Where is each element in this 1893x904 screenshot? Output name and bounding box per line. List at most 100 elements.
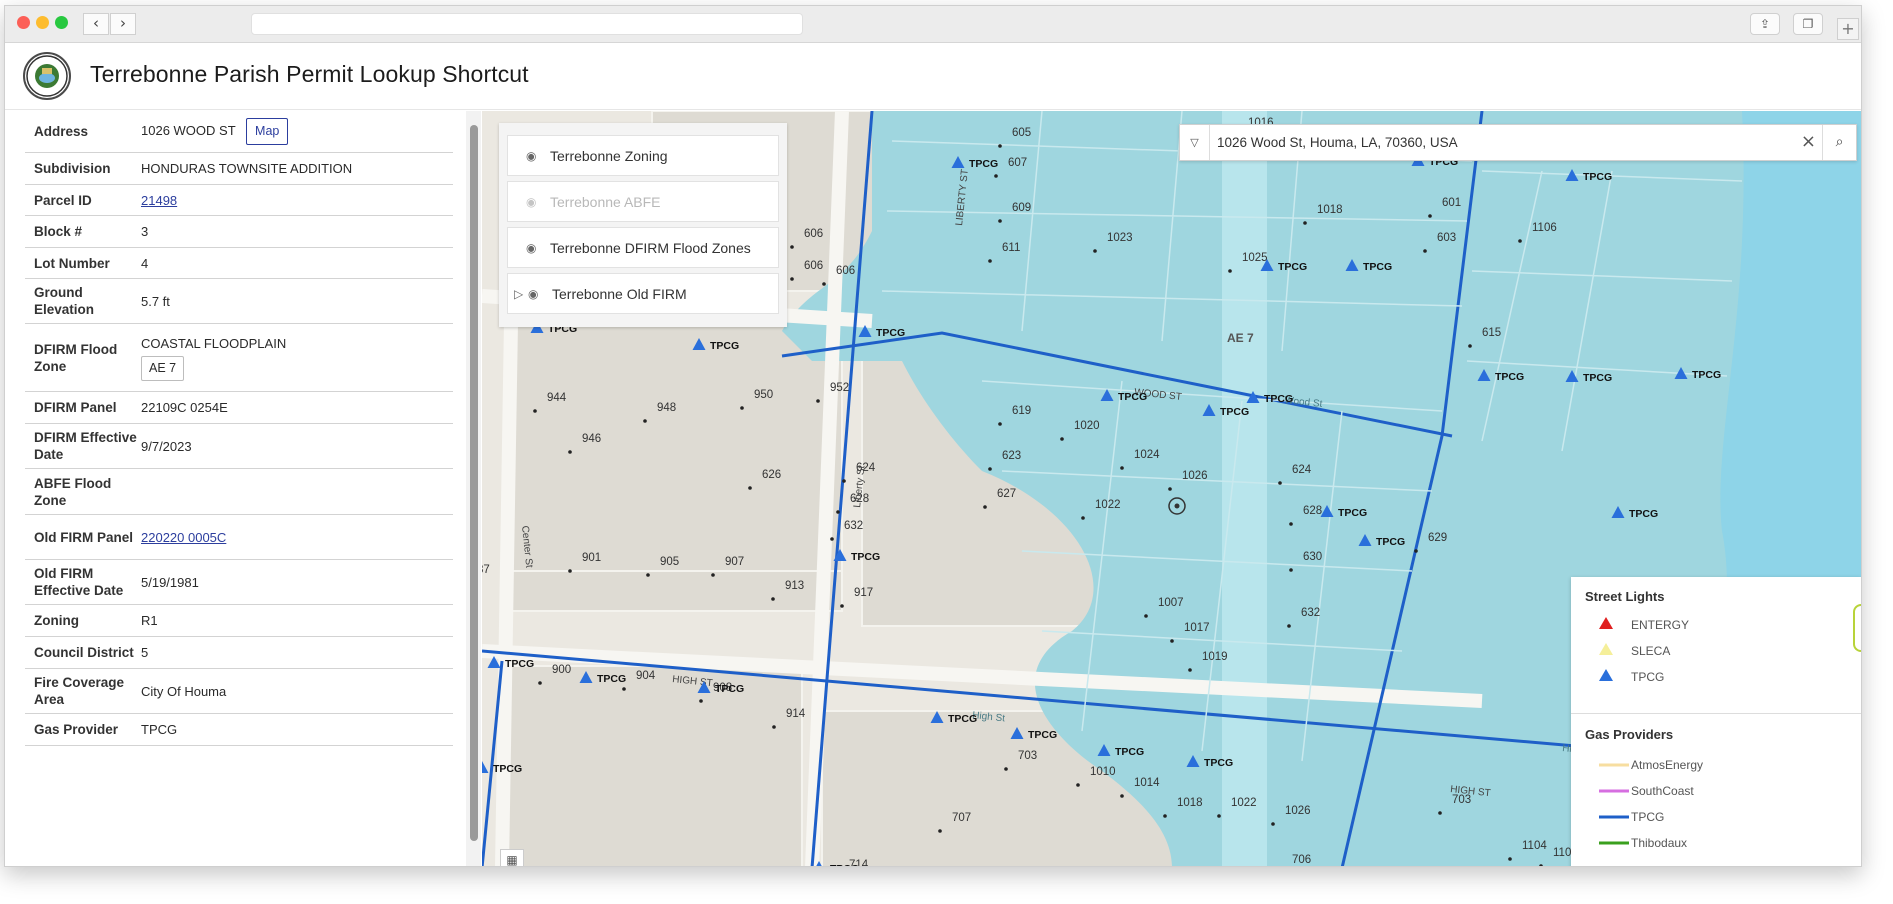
flood-zone-badge: AE 7 (141, 356, 185, 381)
layer-zoning[interactable]: ◉ Terrebonne Zoning (507, 135, 779, 176)
eye-icon[interactable]: ◉ (526, 241, 544, 255)
parcel-number: 624 (1292, 464, 1312, 476)
parcel-point (1289, 568, 1293, 572)
parcel-number: 1026 (1182, 470, 1208, 482)
url-bar[interactable] (251, 13, 803, 35)
parcel-number: 606 (804, 228, 823, 240)
details.rows-row: Block # 3 (25, 216, 453, 248)
layer-old-firm[interactable]: ▷ ◉ Terrebonne Old FIRM (507, 273, 779, 314)
eye-icon[interactable]: ◉ (526, 195, 544, 209)
legend-item-street-light: SLECA (1599, 643, 1670, 658)
field-link[interactable]: 220220 0005C (141, 530, 226, 545)
street-light-label: TPCG (1264, 393, 1293, 405)
expand-caret-icon[interactable]: ▷ (514, 287, 526, 301)
field-label: DFIRM Panel (34, 400, 117, 415)
street-light-label: TPCG (851, 551, 880, 563)
share-icon[interactable]: ⇪ (1750, 13, 1780, 35)
field-label: DFIRM Effective Date (34, 430, 137, 462)
layer-abfe[interactable]: ◉ Terrebonne ABFE (507, 181, 779, 222)
parcel-point (1508, 857, 1512, 861)
parcel-number: 605 (1012, 127, 1031, 139)
parcel-point (1170, 639, 1174, 643)
parcel-number: 707 (952, 812, 971, 824)
details-panel: Address 1026 WOOD ST Map Subdivision HOND… (25, 111, 453, 866)
legend-gas-title: Gas Providers (1585, 727, 1674, 742)
legend-item-gas-provider: Thibodaux (1599, 836, 1687, 850)
street-light-label: TPCG (1692, 369, 1721, 381)
street-light-label: TPCG (1115, 746, 1144, 758)
new-tab-icon[interactable]: + (1837, 18, 1859, 40)
search-icon[interactable]: ⌕ (1822, 125, 1856, 160)
parcel-point (1414, 549, 1418, 553)
field-link[interactable]: 21498 (141, 193, 177, 208)
parcel-number: 1018 (1317, 204, 1343, 216)
parcel-number: 1106 (1532, 222, 1557, 234)
details.rows-row: Parcel ID 21498 (25, 185, 453, 216)
parcel-number: 1020 (1074, 420, 1100, 432)
parcel-number: 1014 (1134, 777, 1160, 789)
parcel-point (699, 699, 703, 703)
map-side-widget[interactable] (1853, 604, 1861, 652)
parcel-number: 946 (582, 433, 601, 445)
clear-search-icon[interactable]: × (1801, 131, 1816, 152)
parcel-number: 87 (482, 564, 490, 576)
search-input[interactable]: 1026 Wood St, Houma, LA, 70360, USA (1217, 135, 1458, 150)
close-window-icon[interactable] (17, 16, 30, 29)
parcel-number: 606 (836, 265, 855, 277)
parcel-number: 607 (1008, 157, 1027, 169)
parcel-number: 601 (1442, 197, 1461, 209)
parcel-point (842, 479, 846, 483)
field-value: 5/19/1981 (141, 574, 199, 590)
parcel-number: 606 (804, 260, 823, 272)
forward-icon[interactable]: › (110, 13, 136, 35)
legend-label: TPCG (1631, 810, 1665, 824)
tabs-icon[interactable]: ❐ (1793, 13, 1823, 35)
details.rows2-row: Fire Coverage Area City Of Houma (25, 669, 453, 714)
field-label: Ground Elevation (34, 285, 95, 317)
parcel-point (836, 510, 840, 514)
parcel-point (790, 277, 794, 281)
minimize-window-icon[interactable] (36, 16, 49, 29)
details.rows-row: Lot Number 4 (25, 248, 453, 279)
parcel-number: 615 (1482, 327, 1501, 339)
details.rows2-row: DFIRM Effective Date 9/7/2023 (25, 424, 453, 469)
street-light-label: TPCG (1629, 508, 1658, 520)
parcel-point (1093, 249, 1097, 253)
parcel-number: 948 (657, 402, 676, 414)
eye-icon[interactable]: ◉ (526, 149, 544, 163)
field-label: Zoning (34, 613, 79, 628)
parcel-point (1278, 481, 1282, 485)
legend-label: ENTERGY (1631, 617, 1690, 632)
parcel-number: 1017 (1184, 622, 1210, 634)
street-light-label: TPCG (876, 327, 905, 339)
field-label: Council District (34, 645, 134, 660)
basemap-grid-icon[interactable]: ▦ (500, 849, 524, 866)
parcel-number: 628 (1303, 505, 1322, 517)
street-light-label: TPCG (1363, 261, 1392, 273)
parcel-point (790, 245, 794, 249)
app-header: Terrebonne Parish Permit Lookup Shortcut (5, 44, 1861, 110)
parcel-point (998, 144, 1002, 148)
field-value: 22109C 0254E (141, 400, 228, 415)
details.rows2-row: ABFE Flood Zone (25, 469, 453, 515)
eye-icon[interactable]: ◉ (528, 287, 546, 301)
parcel-point (1271, 822, 1275, 826)
parcel-number: 1104 (1522, 840, 1547, 852)
search-source-dropdown-icon[interactable]: ▽ (1180, 125, 1210, 160)
field-value: 5 (141, 645, 149, 660)
field-label: Subdivision (34, 161, 111, 176)
address-label: Address (34, 124, 89, 139)
scrollbar-thumb[interactable] (470, 125, 478, 841)
panel-scrollbar[interactable] (466, 111, 481, 866)
parcel-number: 1010 (1090, 766, 1116, 778)
map-button[interactable]: Map (246, 118, 289, 145)
maximize-window-icon[interactable] (55, 16, 68, 29)
back-icon[interactable]: ‹ (83, 13, 109, 35)
parcel-number: 630 (1303, 551, 1322, 563)
layer-dfirm[interactable]: ◉ Terrebonne DFIRM Flood Zones (507, 227, 779, 268)
parcel-point (1188, 668, 1192, 672)
parcel-number: 1023 (1107, 232, 1133, 244)
legend-item-street-light: TPCG (1599, 669, 1664, 684)
parcel-point (1303, 221, 1307, 225)
details.rows2-row: Council District 5 (25, 637, 453, 669)
